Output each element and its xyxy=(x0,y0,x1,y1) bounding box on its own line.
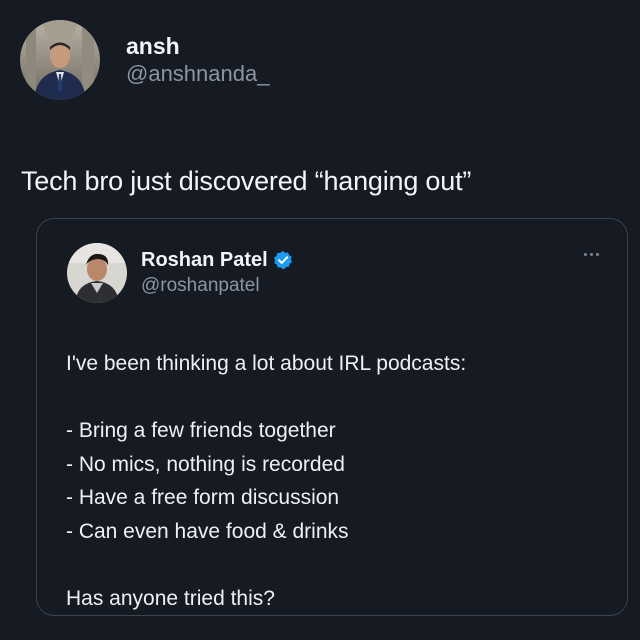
verified-badge-icon xyxy=(273,250,292,270)
author-handle[interactable]: @anshnanda_ xyxy=(126,60,269,88)
profile-photo-icon xyxy=(20,20,100,100)
list-item: - Bring a few friends together xyxy=(66,419,336,442)
post-screenshot: ansh @anshnanda_ Tech bro just discovere… xyxy=(0,0,640,640)
quoted-tweet-author[interactable]: Roshan Patel @roshanpatel xyxy=(67,243,293,303)
avatar[interactable] xyxy=(67,243,127,303)
quoted-tweet-intro: I've been thinking a lot about IRL podca… xyxy=(66,352,467,375)
list-item: - Have a free form discussion xyxy=(66,486,340,509)
quoted-tweet-card[interactable]: Roshan Patel @roshanpatel I've been thin… xyxy=(36,218,628,616)
quoted-tweet-closing: Has anyone tried this? xyxy=(66,586,275,610)
profile-photo-icon xyxy=(67,243,127,303)
quoted-tweet-body: I've been thinking a lot about IRL podca… xyxy=(66,347,466,615)
quoted-author-handle[interactable]: @roshanpatel xyxy=(141,273,293,299)
list-item: - Can even have food & drinks xyxy=(66,519,349,543)
tweet-author[interactable]: ansh @anshnanda_ xyxy=(20,20,269,100)
tweet-text: Tech bro just discovered “hanging out” xyxy=(21,166,472,196)
list-item: - No mics, nothing is recorded xyxy=(66,452,345,476)
ellipsis-icon[interactable] xyxy=(584,253,599,256)
author-name[interactable]: ansh xyxy=(126,32,269,60)
quoted-author-name[interactable]: Roshan Patel xyxy=(141,247,268,273)
avatar[interactable] xyxy=(20,20,100,100)
